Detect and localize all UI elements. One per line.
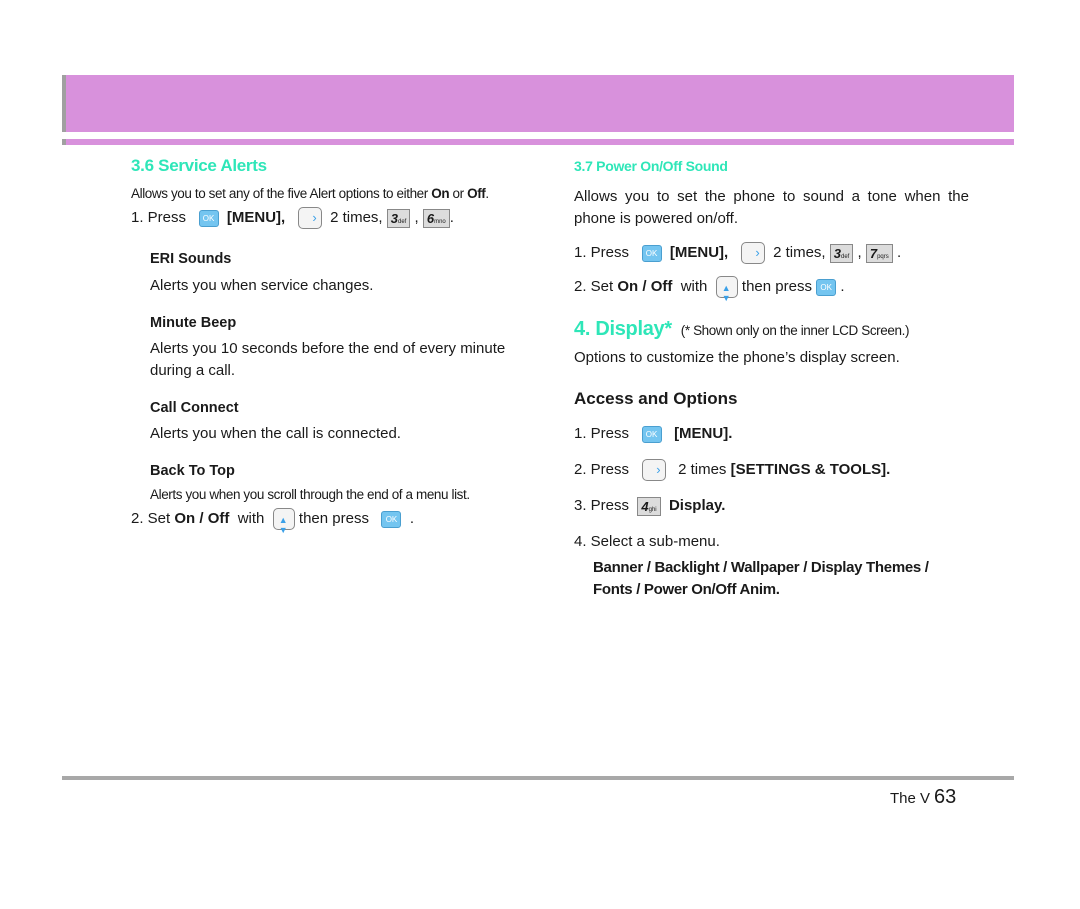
section-title-power-sound: 3.7 Power On/Off Sound — [574, 158, 728, 174]
step-1: 1. Press OK [MENU], › 2 times, 3def , 6m… — [131, 207, 526, 230]
key-3-icon: 3def — [386, 208, 411, 228]
display-intro: Options to customize the phone’s display… — [574, 349, 900, 367]
option-name: Minute Beep — [150, 315, 237, 332]
section-title-service-alerts: 3.6 Service Alerts — [131, 156, 267, 175]
key-7-icon: 7pqrs — [865, 243, 893, 263]
option-desc: Alerts you when service changes. — [150, 277, 374, 295]
right-nav-key-icon: › — [740, 242, 765, 265]
key-6-icon: 6mno — [422, 208, 450, 228]
step-2: 2. Set On / Off with ▲ ▼ then press OK . — [131, 508, 414, 536]
access-step-4: 4. Select a sub-menu. — [574, 533, 720, 551]
up-down-key-icon: ▲ ▼ — [715, 276, 738, 303]
option-desc: Alerts you 10 seconds before the end of … — [150, 340, 506, 380]
right-nav-key-icon: › — [297, 207, 322, 230]
access-step-2: 2. Press › 2 times [SETTINGS & TOOLS]. — [574, 459, 969, 482]
right-nav-key-icon: › — [641, 459, 666, 482]
option-desc: Alerts you when the call is connected. — [150, 425, 401, 443]
page-number: 63 — [934, 786, 957, 808]
option-name: Back To Top — [150, 463, 235, 480]
access-options-heading: Access and Options — [574, 389, 738, 409]
key-3-icon: 3def — [829, 243, 854, 263]
ok-key-icon: OK — [641, 244, 662, 262]
right-column: 3.7 Power On/Off Sound Allows you to set… — [574, 158, 969, 601]
ok-key-icon: OK — [641, 425, 662, 443]
option-name: Call Connect — [150, 400, 239, 417]
option-name: ERI Sounds — [150, 251, 232, 268]
header-rule — [62, 139, 1014, 145]
footer-rule — [62, 776, 1014, 780]
step-2: 2. Set On / Off with ▲ ▼ then press OK . — [574, 276, 845, 304]
option-desc: Alerts you when you scroll through the e… — [150, 487, 470, 503]
header-banner — [62, 75, 1014, 132]
access-step-1: 1. Press OK [MENU]. — [574, 425, 733, 443]
ok-key-icon: OK — [381, 510, 402, 528]
ok-key-icon: OK — [198, 209, 219, 227]
display-heading: 4. Display* (* Shown only on the inner L… — [574, 318, 910, 341]
power-sound-intro: Allows you to set the phone to sound a t… — [574, 188, 969, 227]
model-name: The V — [890, 790, 931, 807]
step-1: 1. Press OK [MENU], › 2 times, 3def , 7p… — [574, 242, 969, 265]
service-alerts-intro: Allows you to set any of the five Alert … — [131, 186, 489, 201]
page-footer: The V 63 — [890, 786, 956, 809]
up-down-key-icon: ▲ ▼ — [272, 508, 295, 535]
ok-key-icon: OK — [816, 278, 837, 296]
key-4-icon: 4ghi — [637, 496, 661, 516]
submenu-list: Banner / Backlight / Wallpaper / Display… — [593, 559, 929, 599]
left-column: 3.6 Service Alerts Allows you to set any… — [131, 156, 526, 536]
access-step-3: 3. Press 4ghi Display. — [574, 496, 726, 516]
